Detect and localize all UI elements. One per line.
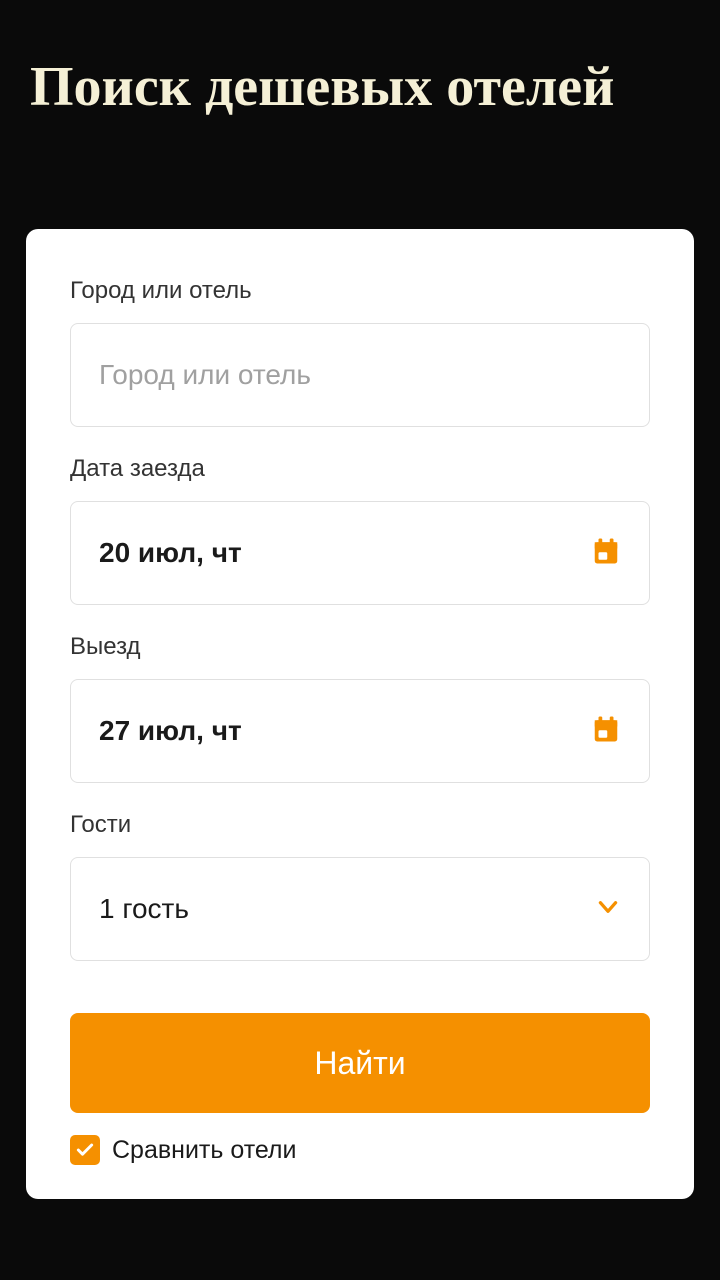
city-input-box[interactable] [70, 323, 650, 427]
compare-hotels-row[interactable]: Сравнить отели [70, 1135, 650, 1165]
calendar-icon [591, 536, 621, 571]
city-field-group: Город или отель [70, 277, 650, 427]
checkout-input[interactable]: 27 июл, чт [70, 679, 650, 783]
compare-label: Сравнить отели [112, 1136, 297, 1165]
city-input[interactable] [99, 359, 621, 391]
city-label: Город или отель [70, 277, 650, 305]
checkout-field-group: Выезд 27 июл, чт [70, 633, 650, 783]
guests-field-group: Гости 1 гость [70, 811, 650, 961]
guests-select[interactable]: 1 гость [70, 857, 650, 961]
checkout-value: 27 июл, чт [99, 715, 591, 747]
calendar-icon [591, 714, 621, 749]
chevron-down-icon [595, 894, 621, 925]
check-icon [75, 1140, 95, 1160]
checkin-value: 20 июл, чт [99, 537, 591, 569]
checkin-input[interactable]: 20 июл, чт [70, 501, 650, 605]
hotel-search-form: Город или отель Дата заезда 20 июл, чт В… [26, 229, 694, 1199]
checkout-label: Выезд [70, 633, 650, 661]
search-button[interactable]: Найти [70, 1013, 650, 1113]
checkin-label: Дата заезда [70, 455, 650, 483]
checkin-field-group: Дата заезда 20 июл, чт [70, 455, 650, 605]
guests-value: 1 гость [99, 893, 595, 925]
guests-label: Гости [70, 811, 650, 839]
compare-checkbox[interactable] [70, 1135, 100, 1165]
page-title: Поиск дешевых отелей [0, 0, 720, 119]
